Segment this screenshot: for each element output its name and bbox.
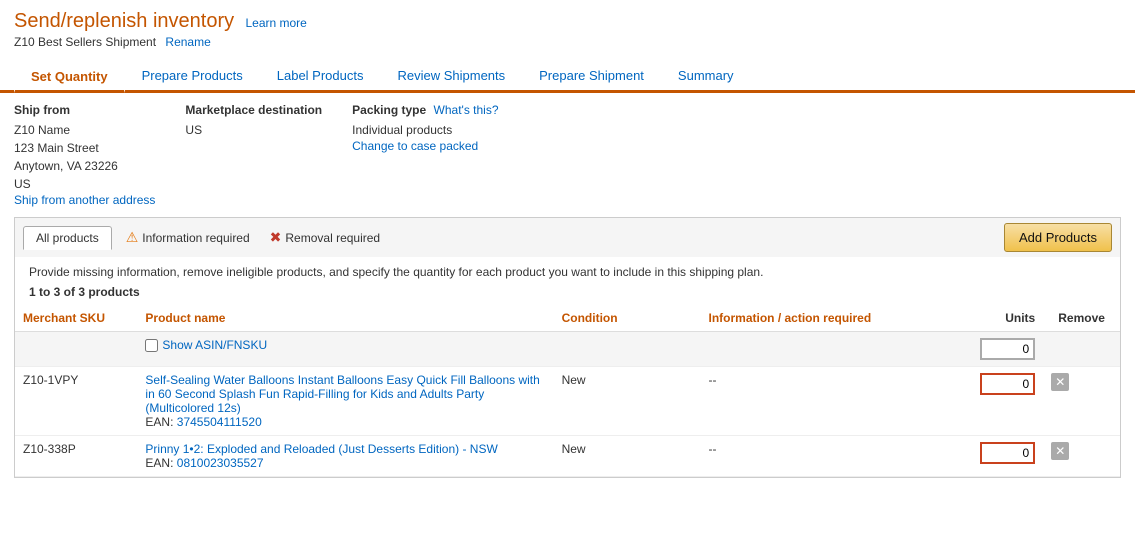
info-cell-1: -- (700, 367, 945, 436)
product-name-link-2[interactable]: Prinny 1•2: Exploded and Reloaded (Just … (145, 442, 497, 456)
tab-review-shipments[interactable]: Review Shipments (380, 61, 522, 90)
products-table: Merchant SKU Product name Condition Info… (15, 305, 1120, 477)
table-row: Z10-338P Prinny 1•2: Exploded and Reload… (15, 436, 1120, 477)
info-required-label: Information required (142, 231, 249, 245)
shipment-info: Ship from Z10 Name 123 Main Street Anyto… (0, 93, 1135, 217)
units-input-1[interactable] (980, 373, 1035, 395)
show-asin-row: Show ASIN/FNSKU (15, 332, 1120, 367)
removal-required-label: Removal required (285, 231, 380, 245)
col-remove: Remove (1043, 305, 1120, 332)
add-products-button[interactable]: Add Products (1004, 223, 1112, 252)
show-asin-empty-sku (15, 332, 137, 367)
tab-prepare-products[interactable]: Prepare Products (125, 61, 260, 90)
shipment-name-text: Z10 Best Sellers Shipment (14, 35, 156, 49)
product-tab-info-required[interactable]: ⚠ Information required (116, 225, 260, 250)
condition-cell-1: New (554, 367, 701, 436)
col-units: Units (945, 305, 1043, 332)
product-section: All products ⚠ Information required ✖ Re… (0, 217, 1135, 478)
info-text: Provide missing information, remove inel… (15, 257, 1120, 283)
error-icon: ✖ (270, 229, 282, 246)
shipment-name-row: Z10 Best Sellers Shipment Rename (14, 35, 1121, 49)
ship-from-address2: Anytown, VA 23226 (14, 157, 155, 175)
product-name-cell-2: Prinny 1•2: Exploded and Reloaded (Just … (137, 436, 553, 477)
product-name-cell-1: Self-Sealing Water Balloons Instant Ball… (137, 367, 553, 436)
marketplace-value: US (185, 121, 322, 139)
table-header: Merchant SKU Product name Condition Info… (15, 305, 1120, 332)
ean-link-2[interactable]: 0810023035527 (177, 456, 264, 470)
show-asin-link[interactable]: Show ASIN/FNSKU (162, 338, 267, 352)
sku-cell-1: Z10-1VPY (15, 367, 137, 436)
units-input-header[interactable] (980, 338, 1035, 360)
show-asin-cell: Show ASIN/FNSKU (137, 332, 553, 367)
packing-type-label: Packing type What's this? (352, 103, 498, 117)
condition-cell-2: New (554, 436, 701, 477)
table-row: Z10-1VPY Self-Sealing Water Balloons Ins… (15, 367, 1120, 436)
ship-from-another-link[interactable]: Ship from another address (14, 193, 155, 207)
warning-icon: ⚠ (126, 229, 139, 246)
product-count: 1 to 3 of 3 products (15, 283, 1120, 305)
ship-from-name: Z10 Name (14, 121, 155, 139)
col-condition: Condition (554, 305, 701, 332)
ean-row-2: EAN: 0810023035527 (145, 456, 545, 470)
units-cell-2 (945, 436, 1043, 477)
show-asin-empty-condition (554, 332, 701, 367)
col-sku: Merchant SKU (15, 305, 137, 332)
show-asin-empty-info (700, 332, 945, 367)
product-tab-all[interactable]: All products (23, 226, 112, 250)
ship-from-section: Ship from Z10 Name 123 Main Street Anyto… (14, 103, 155, 207)
remove-button-1[interactable]: ✕ (1051, 373, 1069, 391)
product-tabs-bar: All products ⚠ Information required ✖ Re… (14, 217, 1121, 257)
show-asin-checkbox[interactable] (145, 339, 158, 352)
tab-set-quantity[interactable]: Set Quantity (14, 62, 125, 93)
remove-cell-1: ✕ (1043, 367, 1120, 436)
page-title: Send/replenish inventory (14, 10, 234, 32)
col-info-required: Information / action required (700, 305, 945, 332)
whats-this-link[interactable]: What's this? (434, 103, 499, 117)
sku-cell-2: Z10-338P (15, 436, 137, 477)
show-asin-units-cell (945, 332, 1043, 367)
tab-summary[interactable]: Summary (661, 61, 751, 90)
remove-button-2[interactable]: ✕ (1051, 442, 1069, 460)
product-name-link-1[interactable]: Self-Sealing Water Balloons Instant Ball… (145, 373, 539, 415)
tab-label-products[interactable]: Label Products (260, 61, 381, 90)
marketplace-label: Marketplace destination (185, 103, 322, 117)
product-tab-removal-required[interactable]: ✖ Removal required (260, 225, 390, 250)
info-cell-2: -- (700, 436, 945, 477)
packing-section: Packing type What's this? Individual pro… (352, 103, 498, 207)
ship-from-address1: 123 Main Street (14, 139, 155, 157)
ship-from-label: Ship from (14, 103, 155, 117)
ship-from-country: US (14, 175, 155, 193)
learn-more-link[interactable]: Learn more (245, 16, 306, 30)
units-input-2[interactable] (980, 442, 1035, 464)
rename-link[interactable]: Rename (165, 35, 210, 49)
change-to-case-link[interactable]: Change to case packed (352, 139, 478, 153)
tab-prepare-shipment[interactable]: Prepare Shipment (522, 61, 661, 90)
ean-row-1: EAN: 3745504111520 (145, 415, 545, 429)
packing-type-value: Individual products (352, 121, 498, 139)
col-product-name: Product name (137, 305, 553, 332)
page-header: Send/replenish inventory Learn more Z10 … (0, 0, 1135, 53)
marketplace-section: Marketplace destination US (185, 103, 322, 207)
tab-bar: Set Quantity Prepare Products Label Prod… (0, 53, 1135, 93)
product-content: Provide missing information, remove inel… (14, 257, 1121, 478)
show-asin-empty-remove (1043, 332, 1120, 367)
ean-link-1[interactable]: 3745504111520 (177, 415, 262, 429)
units-cell-1 (945, 367, 1043, 436)
remove-cell-2: ✕ (1043, 436, 1120, 477)
